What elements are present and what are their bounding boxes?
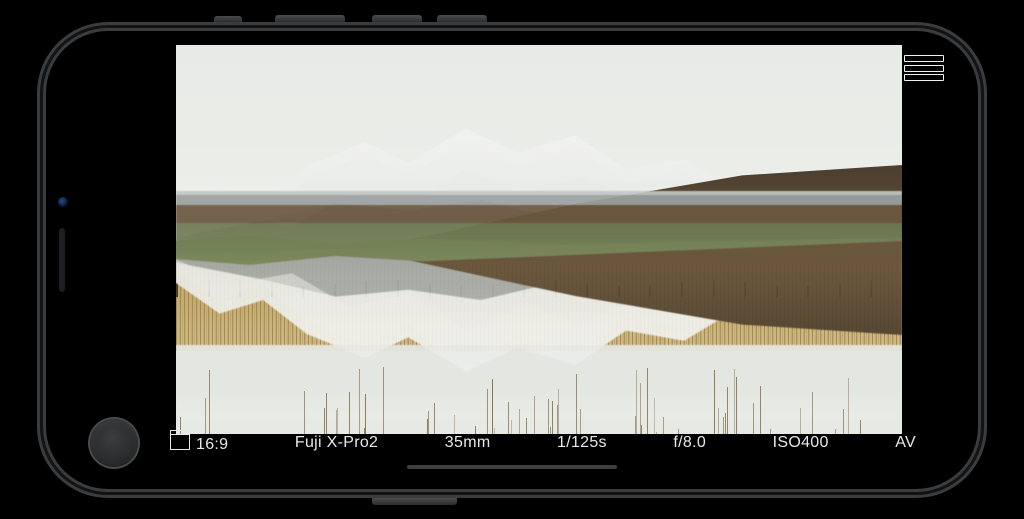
power-button xyxy=(372,498,457,505)
shutter-speed-control[interactable]: 1/125s xyxy=(543,434,621,452)
shutter-speed-value: 1/125s xyxy=(557,434,607,451)
shutter-button[interactable] xyxy=(90,419,138,467)
screen: 16:9 Fuji X-Pro2 35mm 1/125s f/8.0 ISO40… xyxy=(60,45,964,475)
side-button-2 xyxy=(437,15,487,22)
aspect-ratio-control[interactable]: 16:9 xyxy=(156,433,242,454)
menu-button[interactable] xyxy=(904,55,944,81)
home-indicator[interactable] xyxy=(407,465,617,469)
aperture-value: f/8.0 xyxy=(673,434,706,451)
volume-down-button xyxy=(372,15,422,22)
info-bar: 16:9 Fuji X-Pro2 35mm 1/125s f/8.0 ISO40… xyxy=(60,423,964,463)
front-camera xyxy=(58,197,68,207)
speaker-grille xyxy=(59,228,65,292)
aspect-ratio-value: 16:9 xyxy=(196,436,228,453)
aperture-control[interactable]: f/8.0 xyxy=(659,434,720,452)
volume-up-button xyxy=(275,15,345,22)
exposure-mode-value: AV xyxy=(895,434,916,451)
viewfinder-image[interactable] xyxy=(176,45,902,434)
mute-switch xyxy=(214,16,242,22)
iso-value: ISO400 xyxy=(773,434,829,451)
phone-frame: 16:9 Fuji X-Pro2 35mm 1/125s f/8.0 ISO40… xyxy=(46,31,978,489)
focal-length-control[interactable]: 35mm xyxy=(431,434,505,452)
exposure-mode-control[interactable]: AV xyxy=(881,434,930,452)
aspect-ratio-icon xyxy=(170,434,190,450)
camera-model-control[interactable]: Fuji X-Pro2 xyxy=(281,434,392,452)
iso-control[interactable]: ISO400 xyxy=(759,434,843,452)
focal-length-value: 35mm xyxy=(445,434,491,451)
camera-model-value: Fuji X-Pro2 xyxy=(295,434,378,451)
hamburger-icon xyxy=(904,55,944,62)
